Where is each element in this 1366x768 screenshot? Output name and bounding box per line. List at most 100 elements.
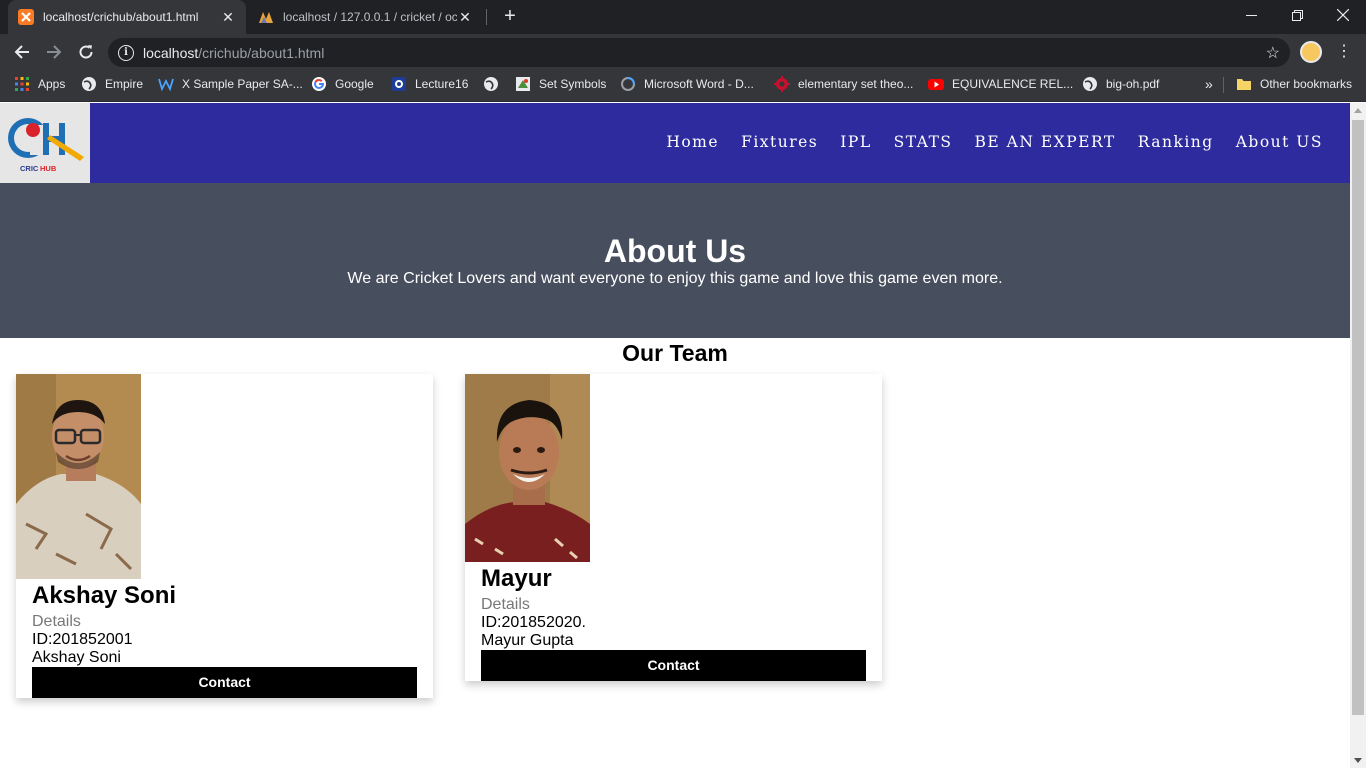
tab-title: localhost/crichub/about1.html (43, 10, 199, 24)
bookmarks-overflow-chevron[interactable]: » (1205, 70, 1213, 98)
crichub-logo[interactable]: CRIC HUB (0, 103, 90, 183)
member-details-label: Details (481, 596, 530, 613)
tab-close-icon[interactable]: ✕ (457, 9, 473, 26)
menu-dots-icon[interactable]: ⋮ (1336, 42, 1352, 62)
bookmarks-separator (1223, 77, 1224, 93)
team-card-akshay: Akshay Soni Details ID:201852001 Akshay … (16, 374, 433, 698)
bookmark-microsoft-word[interactable]: Microsoft Word - D... (620, 70, 754, 98)
member-id: ID:201852001 (32, 631, 133, 648)
contact-button[interactable]: Contact (481, 650, 866, 681)
bookmark-label: X Sample Paper SA-... (182, 77, 303, 91)
about-hero: About Us We are Cricket Lovers and want … (0, 183, 1350, 338)
w-icon (158, 78, 174, 92)
nav-about-us[interactable]: About US (1236, 133, 1323, 151)
back-arrow-icon[interactable] (10, 40, 34, 64)
forward-arrow-icon[interactable] (42, 40, 66, 64)
apps-grid-icon (15, 77, 29, 91)
bookmark-label: elementary set theo... (798, 77, 914, 91)
nav-stats[interactable]: STATS (894, 133, 953, 151)
other-bookmarks-label: Other bookmarks (1260, 77, 1353, 91)
reload-icon[interactable] (74, 40, 98, 64)
page-scrollbar[interactable] (1350, 103, 1366, 768)
profile-avatar-icon[interactable] (1300, 41, 1322, 63)
url-path: /crichub/about1.html (198, 44, 325, 61)
contact-button[interactable]: Contact (32, 667, 417, 698)
xampp-icon (18, 9, 34, 25)
loading-icon (621, 77, 635, 91)
tab-close-icon[interactable]: ✕ (220, 9, 236, 26)
bookmark-label: Google (335, 77, 374, 91)
site-navbar: CRIC HUB Home Fixtures IPL STATS BE AN E… (0, 103, 1350, 183)
youtube-icon (928, 79, 944, 90)
bookmark-apps[interactable]: Apps (14, 70, 65, 98)
bookmark-equivalence-rel[interactable]: EQUIVALENCE REL... (928, 70, 1073, 98)
bookmark-label: Microsoft Word - D... (644, 77, 754, 91)
bookmark-lecture16[interactable]: Lecture16 (391, 70, 468, 98)
scroll-down-arrow-icon[interactable] (1354, 758, 1362, 763)
lecture-icon (392, 77, 406, 91)
nav-home[interactable]: Home (666, 133, 719, 151)
bookmark-big-oh-pdf[interactable]: big-oh.pdf (1082, 70, 1159, 98)
page-viewport: CRIC HUB Home Fixtures IPL STATS BE AN E… (0, 103, 1350, 768)
globe-icon (82, 77, 96, 91)
page-subtitle: We are Cricket Lovers and want everyone … (347, 270, 1003, 287)
crichub-logo-icon: CRIC HUB (8, 118, 84, 173)
nav-links: Home Fixtures IPL STATS BE AN EXPERT Ran… (644, 103, 1323, 181)
tab-separator (486, 9, 487, 25)
nav-be-an-expert[interactable]: BE AN EXPERT (975, 133, 1116, 151)
bookmark-label: Empire (105, 77, 144, 91)
address-url: localhost/crichub/about1.html (143, 45, 324, 61)
bookmark-empire[interactable]: Empire (81, 70, 143, 98)
member-name: Mayur (481, 565, 552, 592)
nav-ipl[interactable]: IPL (840, 133, 871, 151)
member-photo (465, 374, 590, 562)
google-icon (312, 77, 326, 91)
bookmark-label: EQUIVALENCE REL... (952, 77, 1074, 91)
bookmark-sample-paper[interactable]: X Sample Paper SA-... (158, 70, 303, 98)
svg-text:CRIC: CRIC (20, 164, 39, 173)
bookmark-google[interactable]: Google (311, 70, 374, 98)
member-full-name: Akshay Soni (32, 649, 121, 666)
scrollbar-thumb[interactable] (1352, 120, 1364, 715)
url-host: localhost (143, 44, 199, 61)
address-bar[interactable]: i localhost/crichub/about1.html ☆ (108, 38, 1290, 67)
nav-fixtures[interactable]: Fixtures (741, 133, 818, 151)
tab-about1[interactable]: localhost/crichub/about1.html ✕ (8, 0, 246, 34)
bookmarks-bar: Apps Empire X Sample Paper SA-... Google… (0, 70, 1366, 102)
bookmark-label: Apps (38, 77, 66, 91)
other-bookmarks[interactable]: Other bookmarks (1236, 70, 1352, 98)
member-photo (16, 374, 141, 579)
restore-icon[interactable] (1274, 0, 1320, 30)
nav-ranking[interactable]: Ranking (1138, 133, 1214, 151)
bookmark-elementary-set-theory[interactable]: elementary set theo... (774, 70, 913, 98)
member-details-label: Details (32, 613, 81, 630)
page-title: About Us (603, 233, 747, 269)
globe-icon (484, 77, 498, 91)
bookmark-set-symbols[interactable]: Set Symbols (515, 70, 606, 98)
bookmark-star-icon[interactable]: ☆ (1266, 43, 1280, 63)
browser-toolbar: i localhost/crichub/about1.html ☆ ⋮ (0, 34, 1366, 70)
minimize-icon[interactable] (1228, 0, 1274, 30)
svg-text:HUB: HUB (40, 164, 57, 173)
bookmark-label: big-oh.pdf (1106, 77, 1160, 91)
bookmark-label: Set Symbols (539, 77, 607, 91)
tab-phpmyadmin[interactable]: localhost / 127.0.0.1 / cricket / oc ✕ (248, 0, 483, 34)
set-symbols-icon (516, 77, 530, 91)
globe-icon (1083, 77, 1097, 91)
window-close-icon[interactable] (1320, 0, 1366, 30)
bookmark-globe[interactable] (483, 70, 507, 98)
browser-tab-bar: localhost/crichub/about1.html ✕ localhos… (0, 0, 1366, 34)
member-full-name: Mayur Gupta (481, 632, 574, 649)
member-id: ID:201852020. (481, 614, 586, 631)
team-heading: Our Team (622, 340, 728, 366)
member-name: Akshay Soni (32, 582, 177, 609)
team-card-mayur: Mayur Details ID:201852020. Mayur Gupta … (465, 374, 882, 681)
phpmyadmin-icon (259, 12, 273, 23)
new-tab-plus-icon[interactable]: + (499, 5, 521, 29)
tab-title: localhost / 127.0.0.1 / cricket / oc (283, 10, 457, 24)
info-icon[interactable]: i (118, 44, 134, 61)
bookmark-label: Lecture16 (415, 77, 469, 91)
gear-icon (774, 76, 790, 92)
scroll-up-arrow-icon[interactable] (1354, 108, 1362, 113)
folder-icon (1237, 79, 1251, 90)
